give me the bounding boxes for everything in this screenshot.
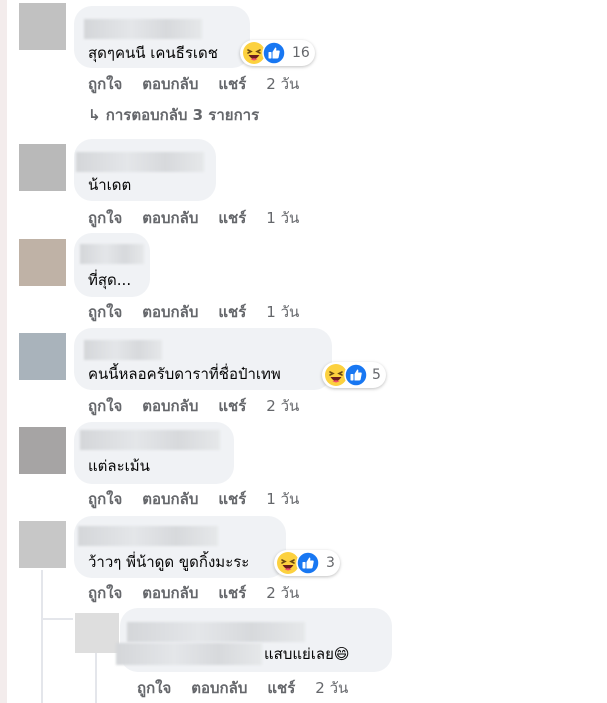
comment-text: ที่สุด... (88, 271, 132, 289)
comment-actions: ถูกใจ ตอบกลับ แชร์ 2 วัน (88, 74, 299, 94)
view-replies-link[interactable]: ↳ การตอบกลับ 3 รายการ (88, 105, 259, 125)
comment-text: สุดๆคนนี เคนธีรเดช (88, 44, 218, 62)
avatar[interactable] (19, 239, 66, 286)
like-button[interactable]: ถูกใจ (88, 489, 122, 509)
reply-button[interactable]: ตอบกลับ (142, 74, 198, 94)
comment-age[interactable]: 2 วัน (266, 396, 299, 416)
like-button[interactable]: ถูกใจ (88, 302, 122, 322)
comment-age[interactable]: 2 วัน (266, 74, 299, 94)
like-button[interactable]: ถูกใจ (88, 583, 122, 603)
commenter-name-redacted[interactable] (78, 526, 218, 546)
reply-button[interactable]: ตอบกลับ (142, 489, 198, 509)
like-icon (296, 551, 320, 575)
share-button[interactable]: แชร์ (218, 396, 246, 416)
comment-text: แต่ละเม้น (88, 457, 150, 475)
comment-age[interactable]: 2 วัน (266, 583, 299, 603)
avatar[interactable] (19, 521, 66, 568)
comment-actions: ถูกใจ ตอบกลับ แชร์ 1 วัน (88, 208, 299, 228)
like-button[interactable]: ถูกใจ (88, 74, 122, 94)
share-button[interactable]: แชร์ (218, 583, 246, 603)
commenter-name-redacted[interactable] (80, 244, 144, 264)
share-button[interactable]: แชร์ (218, 302, 246, 322)
comment-text: คนนี้หลอครับดาราที่ชื่อป๋าเทพ (88, 365, 281, 383)
comment-age[interactable]: 1 วัน (266, 208, 299, 228)
reply-button[interactable]: ตอบกลับ (142, 396, 198, 416)
reply-text-redacted (116, 643, 262, 665)
avatar[interactable] (19, 333, 66, 380)
reaction-count: 3 (326, 555, 335, 571)
reply-actions: ถูกใจ ตอบกลับ แชร์ 2 วัน (137, 678, 348, 698)
comment-text: ว้าวๆ พี่น้าดูด ขูดกิ้งมะระ (88, 553, 250, 571)
reply-button[interactable]: ตอบกลับ (142, 302, 198, 322)
commenter-name-redacted[interactable] (80, 430, 220, 450)
page-edge (0, 0, 7, 703)
commenter-name-redacted[interactable] (76, 152, 204, 172)
like-button[interactable]: ถูกใจ (88, 208, 122, 228)
reaction-summary[interactable]: 16 (240, 40, 315, 66)
share-button[interactable]: แชร์ (218, 208, 246, 228)
reply-age[interactable]: 2 วัน (315, 678, 348, 698)
thread-line (41, 570, 43, 703)
thread-connector (41, 618, 73, 620)
reaction-count: 5 (372, 367, 381, 383)
like-button[interactable]: ถูกใจ (137, 678, 171, 698)
reply-text: แสบแย่เลย😄 (264, 645, 350, 663)
like-button[interactable]: ถูกใจ (88, 396, 122, 416)
share-button[interactable]: แชร์ (218, 74, 246, 94)
commenter-name-redacted[interactable] (127, 622, 305, 642)
like-icon (344, 363, 368, 387)
avatar[interactable] (19, 144, 66, 191)
reaction-count: 16 (292, 45, 310, 61)
comment-text: น้าเดต (88, 176, 132, 194)
share-button[interactable]: แชร์ (267, 678, 295, 698)
comment-actions: ถูกใจ ตอบกลับ แชร์ 1 วัน (88, 489, 299, 509)
comment-actions: ถูกใจ ตอบกลับ แชร์ 1 วัน (88, 302, 299, 322)
reply-button[interactable]: ตอบกลับ (191, 678, 247, 698)
comment-age[interactable]: 1 วัน (266, 302, 299, 322)
reply-button[interactable]: ตอบกลับ (142, 583, 198, 603)
comment-actions: ถูกใจ ตอบกลับ แชร์ 2 วัน (88, 583, 299, 603)
reaction-summary[interactable]: 5 (322, 362, 386, 388)
like-icon (262, 41, 286, 65)
comment-actions: ถูกใจ ตอบกลับ แชร์ 2 วัน (88, 396, 299, 416)
reply-button[interactable]: ตอบกลับ (142, 208, 198, 228)
avatar[interactable] (19, 427, 66, 474)
commenter-name-redacted[interactable] (84, 340, 162, 360)
comment-age[interactable]: 1 วัน (266, 489, 299, 509)
commenter-name-redacted[interactable] (84, 19, 202, 39)
reaction-summary[interactable]: 3 (274, 550, 340, 576)
avatar[interactable] (19, 3, 66, 50)
avatar[interactable] (75, 613, 119, 653)
share-button[interactable]: แชร์ (218, 489, 246, 509)
